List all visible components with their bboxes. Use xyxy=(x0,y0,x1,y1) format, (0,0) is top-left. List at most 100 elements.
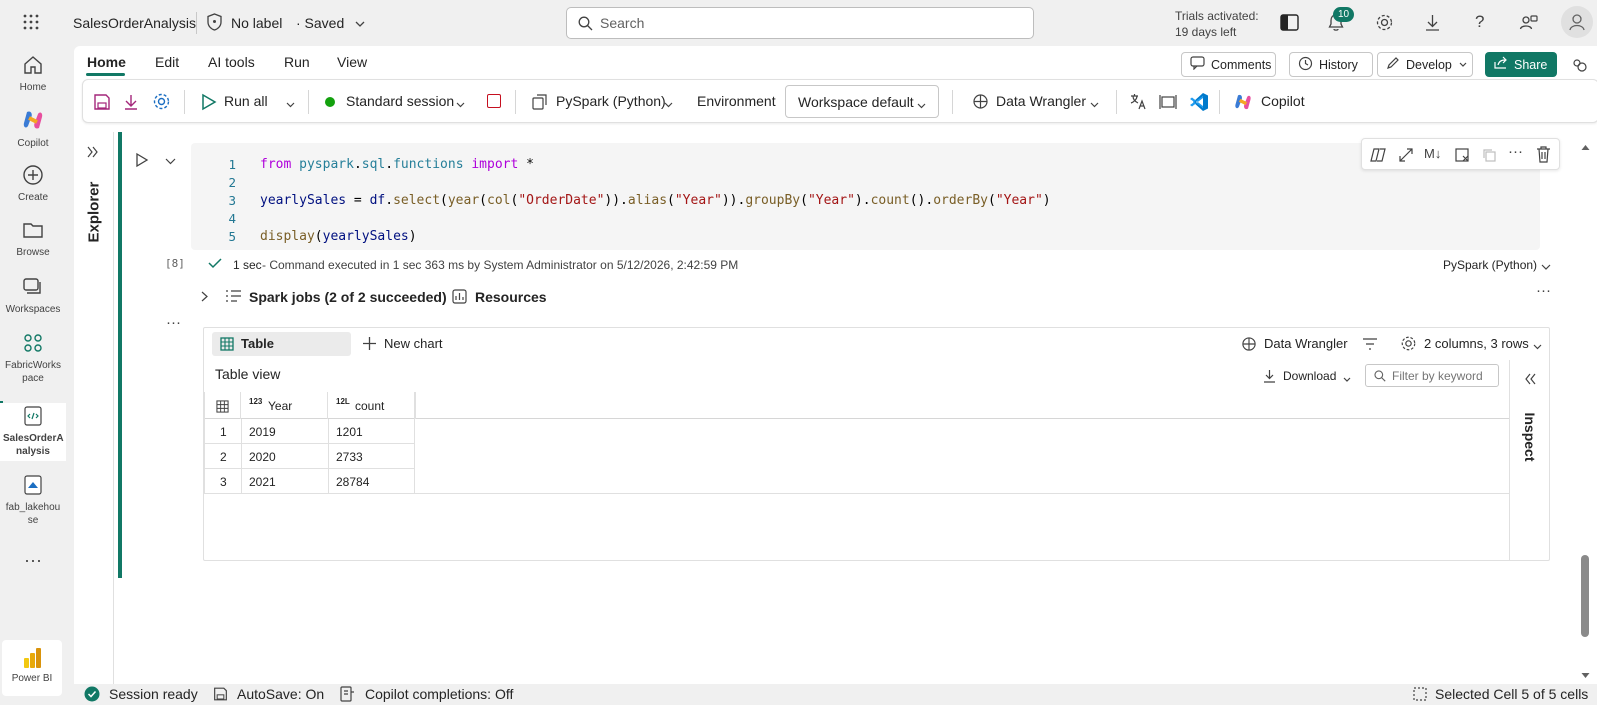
explorer-label[interactable]: Explorer xyxy=(86,182,103,243)
rail-powerbi[interactable]: Power BI xyxy=(2,640,62,696)
session-selector[interactable]: Standard session xyxy=(346,93,454,109)
new-chart-button[interactable]: New chart xyxy=(384,336,443,351)
table-row[interactable]: 1 2019 1201 xyxy=(204,419,415,444)
collaborators-icon[interactable] xyxy=(1570,56,1588,77)
sensitivity-label-icon[interactable] xyxy=(206,13,223,34)
chevron-down-icon[interactable] xyxy=(663,97,674,112)
rail-browse[interactable]: Browse xyxy=(0,219,66,259)
save-icon[interactable] xyxy=(93,93,111,114)
cell-language[interactable]: PySpark (Python) xyxy=(1443,258,1537,272)
vscode-icon[interactable] xyxy=(1189,92,1209,115)
more-options-icon[interactable]: ··· xyxy=(1536,282,1551,299)
settings-icon[interactable] xyxy=(152,92,171,114)
rail-create[interactable]: Create xyxy=(0,164,66,204)
expand-explorer-icon[interactable] xyxy=(86,145,100,162)
spark-jobs-label[interactable]: Spark jobs (2 of 2 succeeded) xyxy=(249,289,447,305)
run-all-button[interactable]: Run all xyxy=(224,93,268,109)
autosave-status[interactable]: AutoSave: On xyxy=(237,686,324,702)
tab-edit[interactable]: Edit xyxy=(155,54,179,70)
sensitivity-label[interactable]: No label xyxy=(231,15,282,31)
settings-icon[interactable] xyxy=(1400,335,1417,355)
copilot-icon[interactable] xyxy=(1233,92,1253,115)
copy-cell-icon[interactable] xyxy=(1481,147,1497,166)
vertical-scrollbar[interactable] xyxy=(1578,135,1592,680)
rail-more[interactable]: ··· xyxy=(0,550,66,571)
rail-fabricworkspace[interactable]: FabricWorks pace xyxy=(0,332,66,385)
chevron-down-icon[interactable] xyxy=(285,97,296,112)
collapse-inspect-icon[interactable] xyxy=(1523,372,1537,389)
data-wrangler-icon[interactable] xyxy=(972,93,989,113)
tab-home[interactable]: Home xyxy=(87,54,126,70)
download-icon[interactable] xyxy=(1424,13,1441,35)
scroll-down-icon[interactable] xyxy=(1581,667,1590,682)
run-cell-icon[interactable] xyxy=(135,152,149,171)
chevron-down-icon[interactable] xyxy=(455,97,466,112)
data-wrangler-button[interactable]: Data Wrangler xyxy=(996,93,1086,109)
rail-home[interactable]: Home xyxy=(0,54,66,94)
tab-ai-tools[interactable]: AI tools xyxy=(208,54,255,70)
copilot-cell-icon[interactable] xyxy=(1370,147,1386,166)
add-icon[interactable] xyxy=(362,336,377,354)
rail-fab-lakehouse[interactable]: fab_lakehou se xyxy=(0,474,66,527)
clear-output-icon[interactable] xyxy=(1454,147,1470,166)
tab-table[interactable]: Table xyxy=(212,332,351,356)
code-line-5[interactable]: display(yearlySales) xyxy=(260,229,417,244)
environment-dropdown[interactable]: Workspace default xyxy=(785,85,939,118)
table-row[interactable]: 2 2020 2733 xyxy=(204,444,415,469)
chevron-down-icon[interactable] xyxy=(1540,260,1552,275)
scroll-up-icon[interactable] xyxy=(1581,139,1590,154)
search-input[interactable]: Search xyxy=(600,15,644,31)
session-status[interactable]: Session ready xyxy=(109,686,198,702)
translate-icon[interactable] xyxy=(1129,93,1147,114)
collapse-cell-icon[interactable] xyxy=(164,154,177,169)
chevron-down-icon[interactable] xyxy=(354,17,366,32)
inspect-pane[interactable]: Inspect xyxy=(1509,360,1549,560)
copilot-button[interactable]: Copilot xyxy=(1261,93,1305,109)
resources-label[interactable]: Resources xyxy=(475,289,547,305)
chevron-down-icon[interactable] xyxy=(1089,97,1100,112)
table-row[interactable]: 3 2021 28784 xyxy=(204,469,1509,494)
download-button[interactable]: Download xyxy=(1283,369,1336,383)
develop-button[interactable]: Develop xyxy=(1377,52,1473,77)
settings-icon[interactable] xyxy=(1375,13,1394,35)
columns-rows-summary[interactable]: 2 columns, 3 rows xyxy=(1424,336,1529,351)
tab-run[interactable]: Run xyxy=(284,54,310,70)
history-button[interactable]: History xyxy=(1289,52,1373,77)
column-header-year[interactable]: 123 Year xyxy=(241,392,328,419)
scrollbar-thumb[interactable] xyxy=(1581,555,1589,637)
stop-session-icon[interactable] xyxy=(487,94,501,108)
rail-salesorderanalysis[interactable]: SalesOrderA nalysis xyxy=(0,403,66,461)
output-data-wrangler-button[interactable]: Data Wrangler xyxy=(1264,336,1348,351)
comments-button[interactable]: Comments xyxy=(1181,52,1276,77)
filter-input[interactable]: Filter by keyword xyxy=(1365,364,1499,387)
download-icon[interactable] xyxy=(1263,369,1276,386)
expand-icon[interactable] xyxy=(1398,147,1414,166)
share-feedback-icon[interactable] xyxy=(1519,13,1538,35)
copilot-completions-status[interactable]: Copilot completions: Off xyxy=(365,686,513,702)
rail-copilot[interactable]: Copilot xyxy=(0,108,66,150)
output-more-icon[interactable]: ··· xyxy=(166,314,181,331)
help-icon[interactable]: ? xyxy=(1475,12,1484,32)
share-button[interactable]: Share xyxy=(1485,52,1557,77)
code-line-3[interactable]: yearlySales = df.select(year(col("OrderD… xyxy=(260,193,1051,208)
chevron-down-icon[interactable] xyxy=(1342,372,1352,387)
tab-view[interactable]: View xyxy=(337,54,367,70)
language-selector[interactable]: PySpark (Python) xyxy=(556,93,666,109)
search-box[interactable]: Search xyxy=(566,7,1034,39)
code-line-1[interactable]: from pyspark.sql.functions import * xyxy=(260,157,534,172)
immersive-reader-icon[interactable] xyxy=(1159,94,1177,113)
expand-jobs-icon[interactable] xyxy=(200,290,209,306)
app-launcher-icon[interactable] xyxy=(22,13,40,34)
chevron-down-icon[interactable] xyxy=(1532,339,1543,354)
panel-toggle-icon[interactable] xyxy=(1280,13,1299,35)
download-notebook-icon[interactable] xyxy=(123,93,139,114)
markdown-toggle-icon[interactable]: M↓ xyxy=(1424,146,1441,161)
delete-cell-icon[interactable] xyxy=(1536,146,1551,166)
more-options-icon[interactable]: ··· xyxy=(1508,143,1523,160)
run-all-icon[interactable] xyxy=(201,93,217,114)
avatar[interactable] xyxy=(1561,6,1593,38)
filter-lines-icon[interactable] xyxy=(1362,337,1378,354)
data-wrangler-icon[interactable] xyxy=(1241,336,1257,355)
column-header-count[interactable]: 12L count xyxy=(328,392,415,419)
row-index-header[interactable] xyxy=(204,392,241,419)
